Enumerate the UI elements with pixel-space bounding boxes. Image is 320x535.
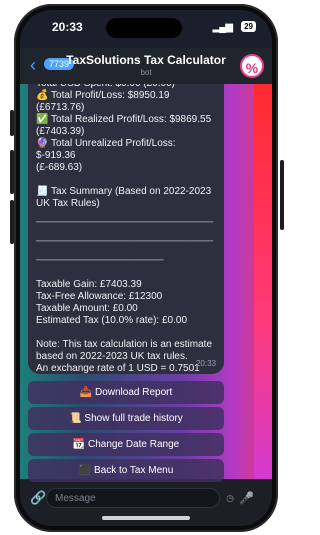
message-input[interactable]: Message bbox=[46, 488, 220, 508]
message-line: Tax-Free Allowance: £12300 bbox=[36, 291, 163, 302]
message-line: (£-689.63) bbox=[36, 162, 83, 173]
message-line: based on 2022-2023 UK tax rules. bbox=[36, 351, 188, 362]
phone-screen: 20:33 ▂▄▆ ◔ 29 ‹ 7739 TaxSolutions Tax C… bbox=[20, 10, 272, 526]
message-line: Taxable Amount: £0.00 bbox=[36, 303, 138, 314]
message-text: Total USD Spent: $0.00 (£0.00)💰 Total Pr… bbox=[28, 84, 224, 374]
message-line: UK Tax Rules) bbox=[36, 198, 100, 209]
chat-title: TaxSolutions Tax Calculator bbox=[66, 53, 226, 67]
bot-avatar[interactable]: % bbox=[240, 54, 264, 78]
back-to-tax-menu-button[interactable]: ⬛ Back to Tax Menu bbox=[28, 459, 224, 482]
chat-header: ‹ 7739 TaxSolutions Tax Calculator bot % bbox=[20, 48, 272, 84]
chat-subtitle: bot bbox=[140, 68, 152, 77]
message-line: (£7403.39) bbox=[36, 126, 85, 137]
attach-icon[interactable]: 🔗 bbox=[30, 490, 46, 506]
message-line: ───────────────────────── bbox=[36, 236, 214, 247]
status-bar: 20:33 ▂▄▆ ◔ 29 bbox=[20, 10, 272, 46]
dynamic-island bbox=[106, 18, 182, 38]
message-line: An exchange rate of 1 USD = 0.7501 GBP bbox=[36, 363, 200, 374]
download-report-button[interactable]: 📥 Download Report bbox=[28, 381, 224, 404]
status-time: 20:33 bbox=[52, 20, 83, 34]
message-line: Taxable Gain: £7403.39 bbox=[36, 279, 142, 290]
signal-icon: ▂▄▆ bbox=[212, 22, 233, 33]
chat-area[interactable]: Total USD Spent: $0.00 (£0.00)💰 Total Pr… bbox=[20, 84, 272, 482]
message-line: ✅ Total Realized Profit/Loss: $9869.55 bbox=[36, 114, 212, 125]
message-line: 🧾 Tax Summary (Based on 2022-2023 bbox=[36, 186, 212, 197]
home-indicator bbox=[102, 516, 190, 520]
schedule-icon[interactable]: ◷ bbox=[226, 493, 234, 504]
battery-icon: 29 bbox=[241, 21, 256, 32]
message-line: Note: This tax calculation is an estimat… bbox=[36, 339, 213, 350]
show-trade-history-button[interactable]: 📜 Show full trade history bbox=[28, 407, 224, 430]
message-line: Estimated Tax (10.0% rate): £0.00 bbox=[36, 315, 188, 326]
phone-side-button bbox=[280, 160, 284, 230]
message-input-bar: 🔗 Message ◷ 🎤 bbox=[20, 479, 272, 526]
message-line: ────────────────── bbox=[36, 255, 164, 266]
message-line: 💰 Total Profit/Loss: $8950.19 bbox=[36, 90, 170, 101]
message-bubble: Total USD Spent: $0.00 (£0.00)💰 Total Pr… bbox=[28, 84, 224, 374]
microphone-icon[interactable]: 🎤 bbox=[239, 491, 254, 505]
message-line: ───────────────────────── bbox=[36, 217, 214, 228]
message-line: 🔮 Total Unrealized Profit/Loss: $-919.36 bbox=[36, 138, 176, 161]
message-line: (£6713.76) bbox=[36, 102, 85, 113]
change-date-range-button[interactable]: 📆 Change Date Range bbox=[28, 433, 224, 456]
message-time: 20:33 bbox=[195, 359, 216, 368]
